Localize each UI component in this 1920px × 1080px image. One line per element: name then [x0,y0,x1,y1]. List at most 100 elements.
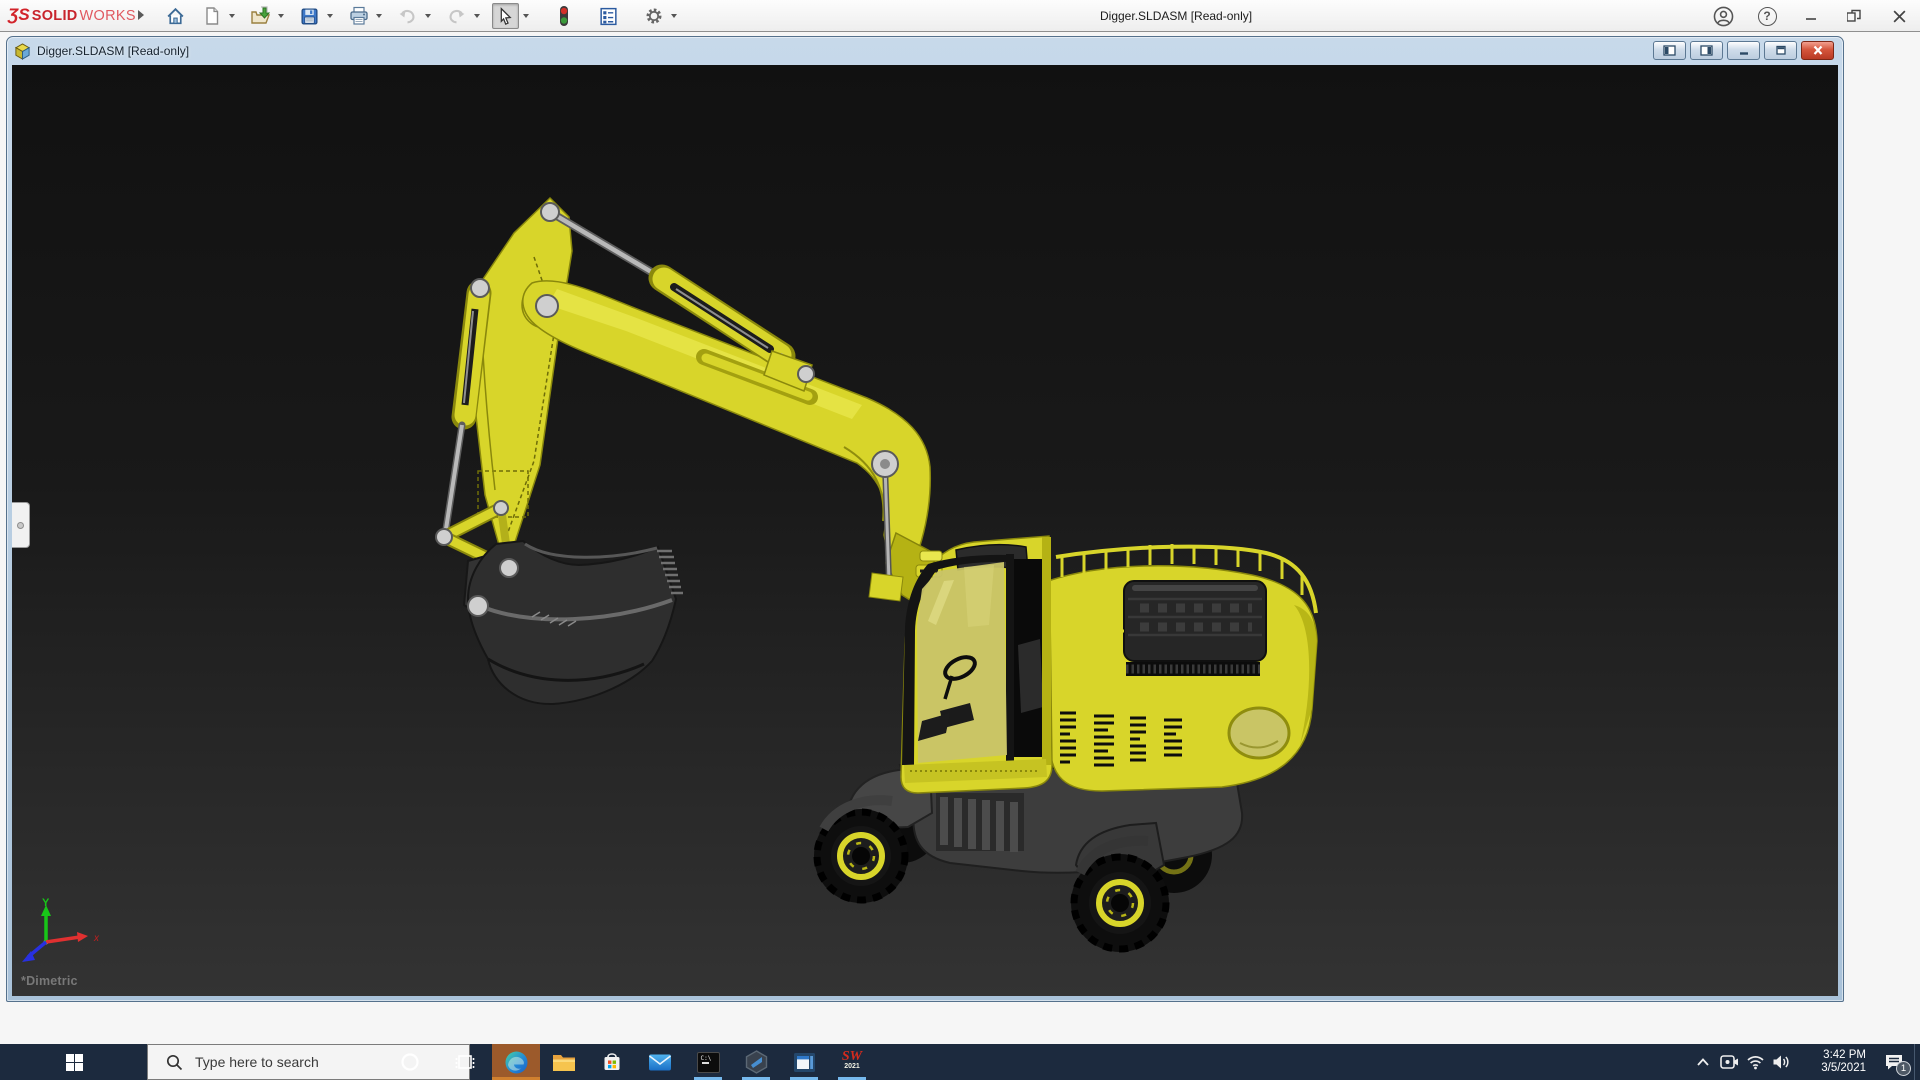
select-tool-button[interactable] [492,3,519,29]
save-icon [299,6,320,27]
minimize-app-button[interactable] [1796,1,1826,31]
taskbar-clock[interactable]: 3:42 PM 3/5/2021 [1800,1049,1866,1075]
minimize-icon [1804,9,1818,23]
redo-dropdown[interactable] [470,3,483,29]
taskbar-solidworks-button[interactable]: SW 2021 [828,1044,876,1080]
taskbar-file-explorer-button[interactable] [540,1044,588,1080]
system-tray: 3:42 PM 3/5/2021 1 [1690,1044,1920,1080]
taskbar-edge-button[interactable] [492,1044,540,1080]
help-icon: ? [1758,7,1777,26]
windows-taskbar: Type here to search [0,1044,1920,1080]
new-document-icon [202,6,222,26]
task-list-button[interactable] [595,3,622,29]
account-button[interactable] [1708,1,1738,31]
gear-icon [643,5,665,27]
taskbar-mail-button[interactable] [636,1044,684,1080]
minimize-document-button[interactable] [1727,41,1760,60]
undo-dropdown[interactable] [421,3,434,29]
help-button[interactable]: ? [1752,1,1782,31]
document-title: Digger.SLDASM [Read-only] [37,44,189,58]
close-document-button[interactable] [1801,41,1834,60]
network-button[interactable] [1742,1044,1768,1080]
taskbar-edrawings-button[interactable] [732,1044,780,1080]
windows-logo-icon [66,1054,83,1071]
restore-document-button[interactable] [1764,41,1797,60]
graphics-viewport[interactable]: Y x *Dimetric [12,65,1838,996]
panel-tab-dot-icon [17,522,24,529]
open-dropdown[interactable] [274,3,287,29]
wifi-icon [1746,1055,1765,1070]
redo-button[interactable] [443,3,470,29]
document-window: Digger.SLDASM [Read-only] [6,36,1844,1002]
options-dropdown[interactable] [667,3,680,29]
taskbar-command-prompt-button[interactable]: C:\ [684,1044,732,1080]
doc-minimize-icon [1738,46,1750,56]
select-cursor-icon [495,6,516,27]
task-view-button[interactable] [441,1044,489,1080]
new-document-dropdown[interactable] [225,3,238,29]
triad-y-label: Y [42,897,50,909]
triad-x-label: x [93,933,100,944]
logo-mark: ƷS [8,5,30,25]
start-button[interactable] [48,1044,100,1080]
edrawings-hexagon-icon [745,1050,768,1074]
logo-works: WORKS [80,8,136,24]
print-icon [348,5,370,27]
save-dropdown[interactable] [323,3,336,29]
logo-solid: SOLID [32,8,78,24]
taskbar-app-window-button[interactable] [780,1044,828,1080]
doc-close-icon [1812,45,1824,56]
search-icon [166,1054,183,1071]
select-tool-dropdown[interactable] [519,3,532,29]
expand-menu-arrow-icon[interactable] [138,10,144,20]
volume-button[interactable] [1768,1044,1794,1080]
toggle-right-pane-button[interactable] [1690,41,1723,60]
close-icon [1892,9,1907,24]
toggle-left-pane-button[interactable] [1653,41,1686,60]
cortana-button[interactable] [386,1044,434,1080]
meet-now-button[interactable] [1716,1044,1742,1080]
sw-year: 2021 [844,1062,860,1072]
selection-indicator-button[interactable] [550,3,577,29]
search-placeholder: Type here to search [195,1054,319,1070]
cortana-icon [399,1051,421,1073]
view-orientation-label: *Dimetric [21,974,78,988]
main-toolbar [162,2,680,30]
mail-icon [648,1053,672,1072]
left-pane-icon [1663,45,1676,56]
undo-button[interactable] [394,3,421,29]
close-app-button[interactable] [1884,1,1914,31]
restore-app-button[interactable] [1840,1,1870,31]
app-window-icon [793,1052,816,1073]
featuremanager-collapsed-tab[interactable] [12,502,30,548]
home-button[interactable] [162,3,189,29]
clock-time: 3:42 PM [1800,1049,1866,1062]
tray-chevron-button[interactable] [1690,1044,1716,1080]
open-folder-icon [250,5,272,27]
clock-date: 3/5/2021 [1800,1062,1866,1075]
document-titlebar[interactable]: Digger.SLDASM [Read-only] [7,37,1843,65]
chevron-up-icon [1696,1057,1710,1067]
app-titlebar: ƷS SOLID WORKS [0,0,1920,32]
speaker-icon [1772,1054,1791,1070]
file-explorer-icon [552,1052,576,1072]
print-button[interactable] [345,3,372,29]
print-dropdown[interactable] [372,3,385,29]
home-icon [165,6,186,27]
traffic-light-icon [556,5,572,27]
save-button[interactable] [296,3,323,29]
command-prompt-icon: C:\ [697,1052,720,1073]
meet-now-icon [1720,1054,1739,1070]
task-view-icon [455,1052,475,1072]
help-glyph: ? [1763,9,1770,23]
new-document-button[interactable] [198,3,225,29]
open-button[interactable] [247,3,274,29]
undo-icon [397,6,418,27]
options-button[interactable] [640,3,667,29]
right-pane-icon [1700,45,1713,56]
show-desktop-button[interactable] [1914,1044,1920,1080]
taskbar-store-button[interactable] [588,1044,636,1080]
orientation-triad: Y x [18,897,114,979]
action-center-button[interactable]: 1 [1874,1044,1914,1080]
excavator-model[interactable] [12,65,1838,996]
